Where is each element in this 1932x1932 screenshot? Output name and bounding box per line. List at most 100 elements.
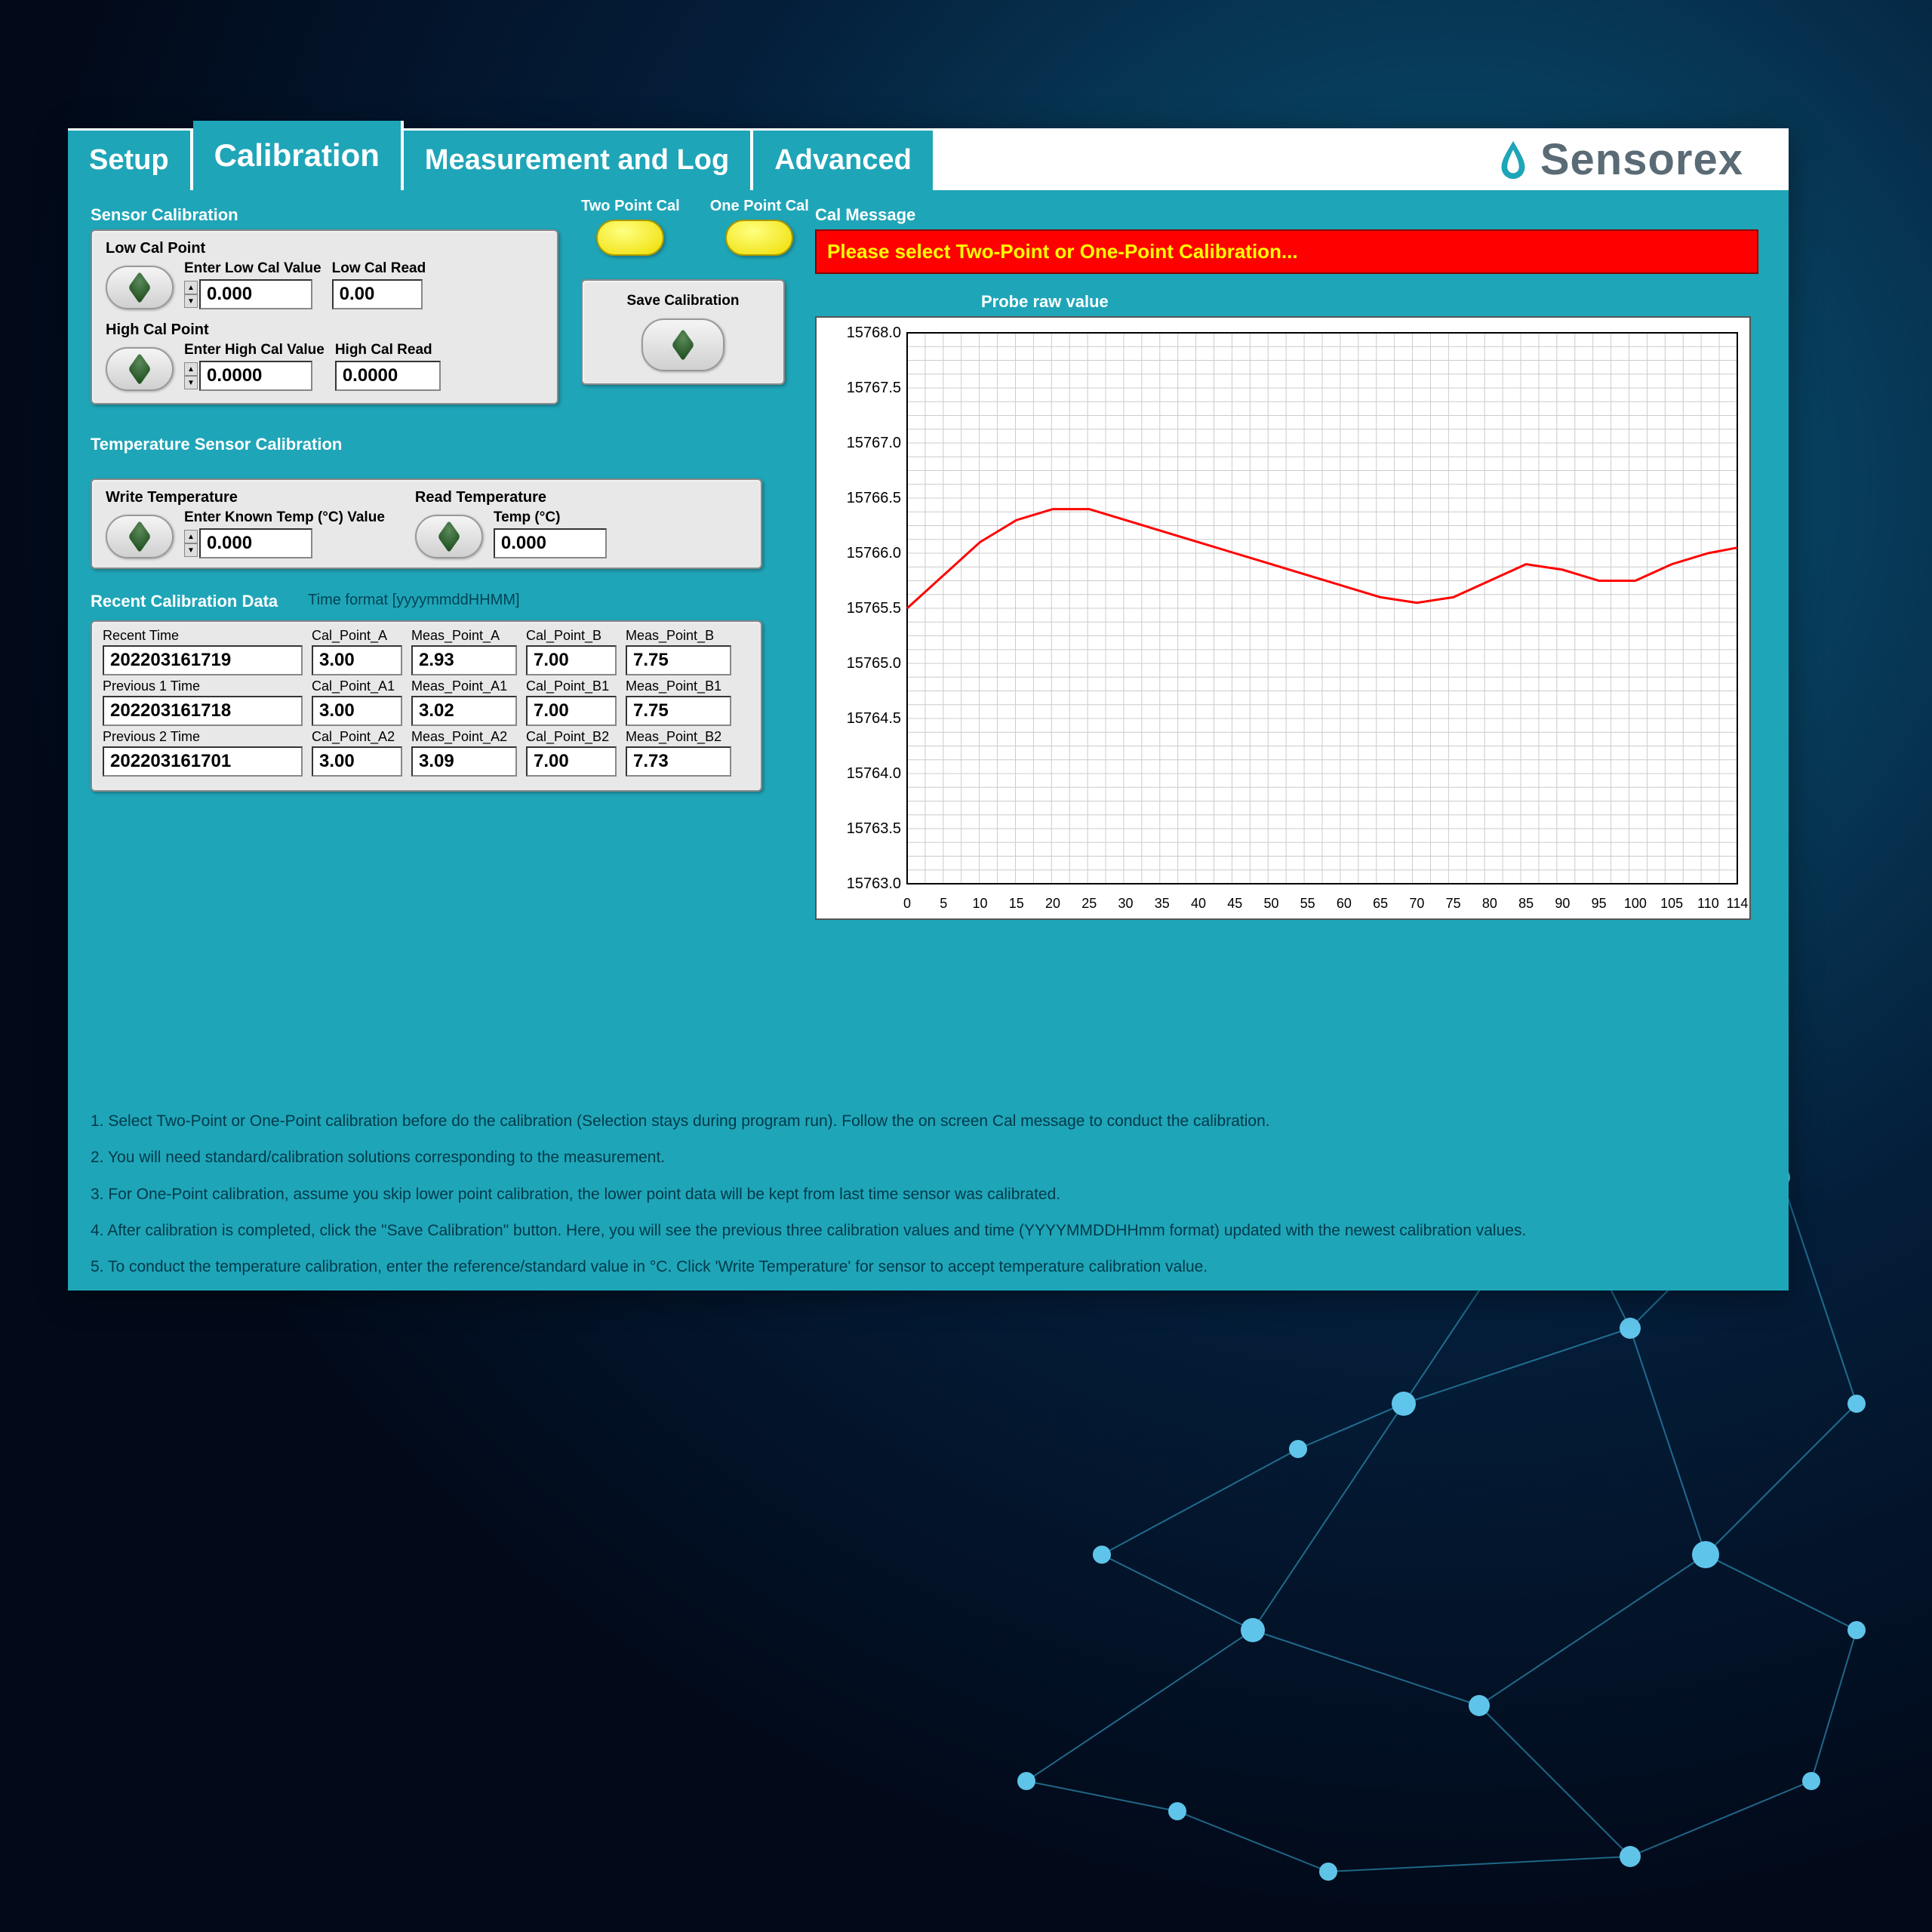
temp-cal-heading: Temperature Sensor Calibration: [91, 435, 762, 454]
recent-col-label: Meas_Point_A2: [411, 729, 517, 745]
svg-text:10: 10: [972, 896, 987, 911]
two-point-cal-button[interactable]: [596, 220, 664, 256]
instruction-5: 5. To conduct the temperature calibratio…: [91, 1249, 1766, 1285]
high-cal-read-label: High Cal Read: [335, 342, 441, 358]
recent-value: [526, 645, 617, 675]
high-cal-read-output: [335, 361, 441, 391]
svg-text:15767.0: 15767.0: [847, 435, 901, 451]
temp-c-label: Temp (°C): [494, 509, 607, 526]
one-point-label: One Point Cal: [710, 198, 809, 215]
recent-col-label: Meas_Point_B2: [626, 729, 731, 745]
recent-value: [626, 645, 731, 675]
brand-logo: Sensorex: [1495, 134, 1743, 185]
recent-row: Previous 1 Time Cal_Point_A1 Meas_Point_A1…: [103, 678, 750, 726]
recent-row: Recent TimeCal_Point_AMeas_Point_ACal_Po…: [103, 628, 750, 675]
recent-col-label: Previous 1 Time: [103, 678, 303, 694]
high-cal-spin-up[interactable]: ▲: [184, 362, 198, 376]
svg-text:25: 25: [1081, 896, 1097, 911]
instruction-1: 1. Select Two-Point or One-Point calibra…: [91, 1103, 1766, 1140]
recent-col-label: Meas_Point_A: [411, 628, 517, 644]
svg-text:105: 105: [1660, 896, 1683, 911]
svg-text:95: 95: [1592, 896, 1607, 911]
svg-text:15768.0: 15768.0: [847, 325, 901, 341]
read-temp-button[interactable]: [415, 515, 483, 558]
low-cal-spin-up[interactable]: ▲: [184, 281, 198, 294]
svg-text:60: 60: [1337, 896, 1352, 911]
app-window: Setup Calibration Measurement and Log Ad…: [68, 128, 1789, 1291]
save-calibration-button[interactable]: [641, 318, 724, 371]
svg-text:50: 50: [1263, 896, 1278, 911]
recent-col-label: Cal_Point_A1: [312, 678, 402, 694]
recent-col-label: Recent Time: [103, 628, 303, 644]
time-format-label: Time format [yyyymmddHHMM]: [308, 592, 519, 616]
recent-col-label: Cal_Point_A2: [312, 729, 402, 745]
svg-text:15765.0: 15765.0: [847, 655, 901, 672]
svg-text:15764.0: 15764.0: [847, 765, 901, 782]
recent-value: [526, 696, 617, 726]
svg-text:85: 85: [1518, 896, 1534, 911]
high-cal-spin-down[interactable]: ▼: [184, 376, 198, 389]
brand-text: Sensorex: [1540, 134, 1743, 185]
recent-value: [103, 746, 303, 777]
low-cal-spin-down[interactable]: ▼: [184, 294, 198, 308]
temp-output: [494, 528, 607, 558]
svg-text:114: 114: [1727, 896, 1749, 911]
low-cal-point-button[interactable]: [106, 266, 174, 309]
recent-cal-panel: Recent Time Cal_Point_A Meas_Point_A Cal_Po…: [91, 620, 762, 792]
recent-col-label: Meas_Point_A1: [411, 678, 517, 694]
tab-calibration[interactable]: Calibration: [193, 121, 404, 190]
recent-col-label: Meas_Point_B1: [626, 678, 731, 694]
tab-advanced[interactable]: Advanced: [753, 131, 936, 190]
enter-low-cal-input[interactable]: [199, 279, 312, 309]
svg-text:110: 110: [1697, 896, 1719, 911]
one-point-cal-button[interactable]: [725, 220, 793, 256]
high-cal-point-button[interactable]: [106, 347, 174, 391]
recent-col-label: Cal_Point_B2: [526, 729, 617, 745]
svg-text:15: 15: [1009, 896, 1024, 911]
enter-high-cal-input[interactable]: [199, 361, 312, 391]
low-cal-point-label: Low Cal Point: [106, 240, 543, 257]
recent-col-label: Cal_Point_A: [312, 628, 402, 644]
known-temp-spin-up[interactable]: ▲: [184, 530, 198, 543]
known-temp-spin-down[interactable]: ▼: [184, 543, 198, 557]
temp-cal-panel: Write Temperature Enter Known Temp (°C) …: [91, 478, 762, 569]
recent-value: [411, 746, 517, 777]
svg-text:55: 55: [1300, 896, 1315, 911]
tab-setup[interactable]: Setup: [68, 131, 193, 190]
recent-value: [526, 746, 617, 777]
svg-text:70: 70: [1409, 896, 1424, 911]
write-temp-button[interactable]: [106, 515, 174, 558]
chart-title: Probe raw value: [981, 292, 1758, 312]
write-temp-label: Write Temperature: [106, 489, 385, 506]
read-temp-label: Read Temperature: [415, 489, 607, 506]
svg-text:30: 30: [1118, 896, 1133, 911]
high-cal-point-label: High Cal Point: [106, 321, 543, 339]
svg-text:5: 5: [940, 896, 947, 911]
recent-value: [626, 696, 731, 726]
instructions: 1. Select Two-Point or One-Point calibra…: [91, 1103, 1766, 1285]
svg-text:15764.5: 15764.5: [847, 710, 901, 727]
save-cal-label: Save Calibration: [627, 293, 740, 309]
recent-col-label: Previous 2 Time: [103, 729, 303, 745]
svg-text:35: 35: [1155, 896, 1170, 911]
recent-value: [411, 645, 517, 675]
recent-row: Previous 2 Time Cal_Point_A2 Meas_Point_A2…: [103, 729, 750, 777]
recent-value: [103, 696, 303, 726]
tab-bar: Setup Calibration Measurement and Log Ad…: [68, 128, 1789, 190]
svg-text:90: 90: [1555, 896, 1570, 911]
known-temp-input[interactable]: [199, 528, 312, 558]
svg-text:15766.5: 15766.5: [847, 490, 901, 506]
instruction-2: 2. You will need standard/calibration so…: [91, 1140, 1766, 1176]
svg-text:80: 80: [1482, 896, 1497, 911]
instruction-3: 3. For One-Point calibration, assume you…: [91, 1177, 1766, 1213]
enter-high-cal-label: Enter High Cal Value: [184, 342, 325, 358]
tab-measurement[interactable]: Measurement and Log: [404, 131, 753, 190]
recent-value: [312, 696, 402, 726]
recent-value: [312, 746, 402, 777]
two-point-label: Two Point Cal: [581, 198, 680, 215]
svg-text:20: 20: [1045, 896, 1060, 911]
svg-text:15763.5: 15763.5: [847, 820, 901, 837]
low-cal-read-label: Low Cal Read: [332, 260, 426, 277]
recent-cal-heading: Recent Calibration Data: [91, 592, 278, 611]
cal-message-heading: Cal Message: [815, 205, 1758, 225]
